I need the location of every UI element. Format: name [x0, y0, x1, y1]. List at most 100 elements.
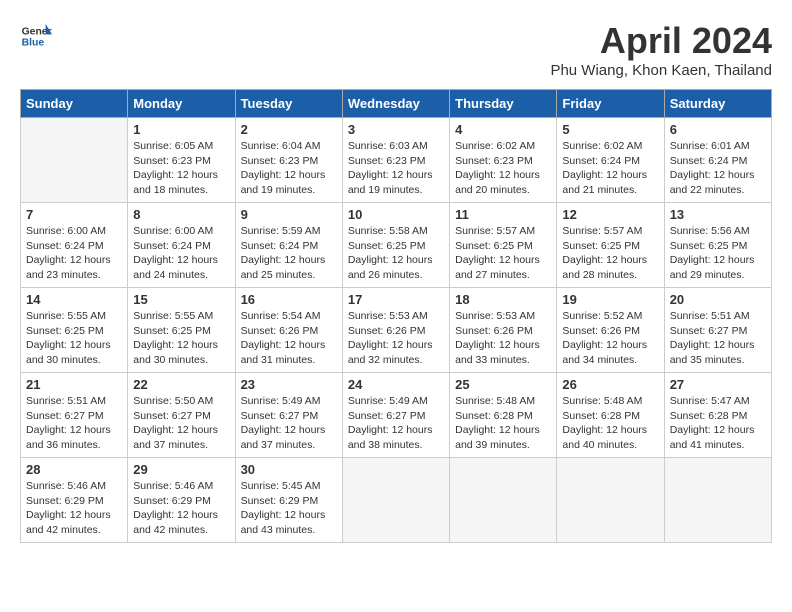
header-day: Sunday — [21, 90, 128, 118]
day-info: Sunrise: 6:03 AMSunset: 6:23 PMDaylight:… — [348, 139, 444, 198]
day-number: 1 — [133, 122, 229, 137]
day-cell: 25Sunrise: 5:48 AMSunset: 6:28 PMDayligh… — [450, 373, 557, 458]
day-cell: 7 Sunrise: 6:00 AMSunset: 6:24 PMDaylight… — [21, 203, 128, 288]
day-cell — [21, 118, 128, 203]
day-cell: 13 Sunrise: 5:56 AMSunset: 6:25 PMDayligh… — [664, 203, 771, 288]
day-info: Sunrise: 6:04 AMSunset: 6:23 PMDaylight:… — [241, 139, 337, 198]
day-number: 5 — [562, 122, 658, 137]
day-number: 16 — [241, 292, 337, 307]
header-day: Tuesday — [235, 90, 342, 118]
calendar-header: SundayMondayTuesdayWednesdayThursdayFrid… — [21, 90, 772, 118]
day-number: 21 — [26, 377, 122, 392]
day-number: 28 — [26, 462, 122, 477]
day-number: 25 — [455, 377, 551, 392]
day-info: Sunrise: 5:59 AMSunset: 6:24 PMDaylight:… — [241, 224, 337, 283]
day-info: Sunrise: 5:54 AMSunset: 6:26 PMDaylight:… — [241, 309, 337, 368]
header-day: Friday — [557, 90, 664, 118]
day-info: Sunrise: 5:56 AMSunset: 6:25 PMDaylight:… — [670, 224, 766, 283]
day-number: 9 — [241, 207, 337, 222]
day-info: Sunrise: 5:51 AMSunset: 6:27 PMDaylight:… — [670, 309, 766, 368]
week-row: 21 Sunrise: 5:51 AMSunset: 6:27 PMDayligh… — [21, 373, 772, 458]
day-number: 14 — [26, 292, 122, 307]
day-info: Sunrise: 5:57 AMSunset: 6:25 PMDaylight:… — [562, 224, 658, 283]
day-info: Sunrise: 5:46 AMSunset: 6:29 PMDaylight:… — [133, 479, 229, 538]
day-cell: 27Sunrise: 5:47 AMSunset: 6:28 PMDayligh… — [664, 373, 771, 458]
day-number: 22 — [133, 377, 229, 392]
day-number: 26 — [562, 377, 658, 392]
day-cell: 29Sunrise: 5:46 AMSunset: 6:29 PMDayligh… — [128, 458, 235, 543]
week-row: 28 Sunrise: 5:46 AMSunset: 6:29 PMDayligh… — [21, 458, 772, 543]
day-info: Sunrise: 5:50 AMSunset: 6:27 PMDaylight:… — [133, 394, 229, 453]
day-info: Sunrise: 6:05 AMSunset: 6:23 PMDaylight:… — [133, 139, 229, 198]
day-number: 4 — [455, 122, 551, 137]
header-row: SundayMondayTuesdayWednesdayThursdayFrid… — [21, 90, 772, 118]
day-number: 20 — [670, 292, 766, 307]
day-number: 3 — [348, 122, 444, 137]
header-day: Wednesday — [342, 90, 449, 118]
logo-icon: General Blue — [20, 20, 52, 52]
logo: General Blue — [20, 20, 52, 52]
day-cell: 16 Sunrise: 5:54 AMSunset: 6:26 PMDayligh… — [235, 288, 342, 373]
day-cell: 11Sunrise: 5:57 AMSunset: 6:25 PMDayligh… — [450, 203, 557, 288]
day-cell: 20 Sunrise: 5:51 AMSunset: 6:27 PMDayligh… — [664, 288, 771, 373]
day-number: 17 — [348, 292, 444, 307]
day-cell: 12 Sunrise: 5:57 AMSunset: 6:25 PMDayligh… — [557, 203, 664, 288]
day-cell: 15 Sunrise: 5:55 AMSunset: 6:25 PMDayligh… — [128, 288, 235, 373]
day-number: 15 — [133, 292, 229, 307]
day-cell: 21 Sunrise: 5:51 AMSunset: 6:27 PMDayligh… — [21, 373, 128, 458]
day-cell: 2 Sunrise: 6:04 AMSunset: 6:23 PMDaylight… — [235, 118, 342, 203]
day-cell: 9 Sunrise: 5:59 AMSunset: 6:24 PMDaylight… — [235, 203, 342, 288]
day-cell — [450, 458, 557, 543]
day-number: 18 — [455, 292, 551, 307]
day-info: Sunrise: 6:00 AMSunset: 6:24 PMDaylight:… — [133, 224, 229, 283]
month-title: April 2024 — [550, 20, 772, 62]
day-cell: 24 Sunrise: 5:49 AMSunset: 6:27 PMDayligh… — [342, 373, 449, 458]
day-number: 6 — [670, 122, 766, 137]
day-info: Sunrise: 5:45 AMSunset: 6:29 PMDaylight:… — [241, 479, 337, 538]
day-number: 12 — [562, 207, 658, 222]
day-cell: 8 Sunrise: 6:00 AMSunset: 6:24 PMDaylight… — [128, 203, 235, 288]
day-info: Sunrise: 5:49 AMSunset: 6:27 PMDaylight:… — [241, 394, 337, 453]
day-info: Sunrise: 5:51 AMSunset: 6:27 PMDaylight:… — [26, 394, 122, 453]
day-cell: 5 Sunrise: 6:02 AMSunset: 6:24 PMDaylight… — [557, 118, 664, 203]
day-cell: 22 Sunrise: 5:50 AMSunset: 6:27 PMDayligh… — [128, 373, 235, 458]
day-info: Sunrise: 5:53 AMSunset: 6:26 PMDaylight:… — [455, 309, 551, 368]
day-info: Sunrise: 6:02 AMSunset: 6:24 PMDaylight:… — [562, 139, 658, 198]
day-cell: 17 Sunrise: 5:53 AMSunset: 6:26 PMDayligh… — [342, 288, 449, 373]
day-cell: 1 Sunrise: 6:05 AMSunset: 6:23 PMDaylight… — [128, 118, 235, 203]
day-cell: 19 Sunrise: 5:52 AMSunset: 6:26 PMDayligh… — [557, 288, 664, 373]
day-number: 8 — [133, 207, 229, 222]
header: General Blue April 2024 Phu Wiang, Khon … — [20, 20, 772, 79]
day-number: 13 — [670, 207, 766, 222]
day-info: Sunrise: 5:48 AMSunset: 6:28 PMDaylight:… — [562, 394, 658, 453]
location: Phu Wiang, Khon Kaen, Thailand — [550, 62, 772, 79]
day-info: Sunrise: 5:53 AMSunset: 6:26 PMDaylight:… — [348, 309, 444, 368]
day-number: 2 — [241, 122, 337, 137]
day-info: Sunrise: 6:00 AMSunset: 6:24 PMDaylight:… — [26, 224, 122, 283]
day-cell: 4Sunrise: 6:02 AMSunset: 6:23 PMDaylight… — [450, 118, 557, 203]
day-number: 24 — [348, 377, 444, 392]
day-info: Sunrise: 5:52 AMSunset: 6:26 PMDaylight:… — [562, 309, 658, 368]
day-cell: 14 Sunrise: 5:55 AMSunset: 6:25 PMDayligh… — [21, 288, 128, 373]
day-number: 30 — [241, 462, 337, 477]
day-number: 27 — [670, 377, 766, 392]
day-info: Sunrise: 5:49 AMSunset: 6:27 PMDaylight:… — [348, 394, 444, 453]
day-number: 7 — [26, 207, 122, 222]
day-info: Sunrise: 5:58 AMSunset: 6:25 PMDaylight:… — [348, 224, 444, 283]
day-info: Sunrise: 5:55 AMSunset: 6:25 PMDaylight:… — [133, 309, 229, 368]
day-info: Sunrise: 5:46 AMSunset: 6:29 PMDaylight:… — [26, 479, 122, 538]
day-number: 23 — [241, 377, 337, 392]
day-cell: 18 Sunrise: 5:53 AMSunset: 6:26 PMDayligh… — [450, 288, 557, 373]
day-cell: 23 Sunrise: 5:49 AMSunset: 6:27 PMDayligh… — [235, 373, 342, 458]
day-number: 11 — [455, 207, 551, 222]
week-row: 1 Sunrise: 6:05 AMSunset: 6:23 PMDaylight… — [21, 118, 772, 203]
day-number: 19 — [562, 292, 658, 307]
day-cell: 26 Sunrise: 5:48 AMSunset: 6:28 PMDayligh… — [557, 373, 664, 458]
header-day: Monday — [128, 90, 235, 118]
day-info: Sunrise: 6:01 AMSunset: 6:24 PMDaylight:… — [670, 139, 766, 198]
day-cell — [342, 458, 449, 543]
calendar: SundayMondayTuesdayWednesdayThursdayFrid… — [20, 89, 772, 543]
header-day: Thursday — [450, 90, 557, 118]
day-info: Sunrise: 5:55 AMSunset: 6:25 PMDaylight:… — [26, 309, 122, 368]
svg-text:Blue: Blue — [22, 38, 45, 49]
